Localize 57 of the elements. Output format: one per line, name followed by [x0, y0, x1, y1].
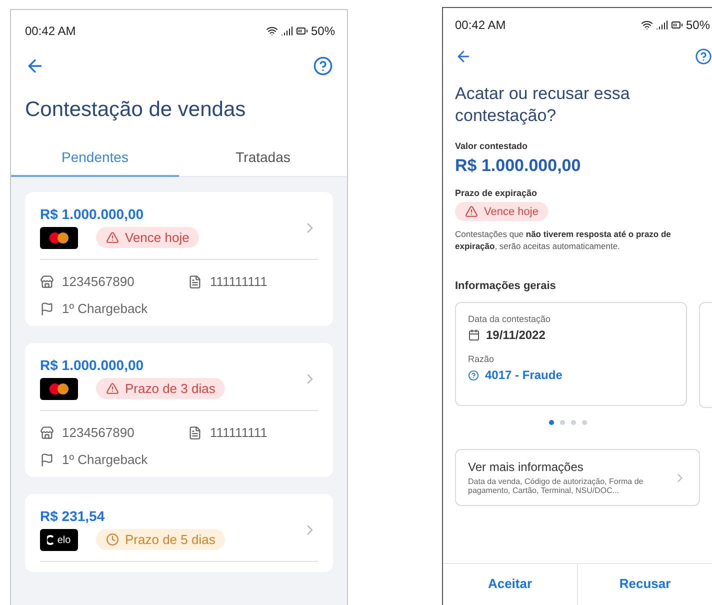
- battery-icon: [296, 25, 308, 37]
- expiration-note: Contestações que não tiverem resposta até o prazo de expiração, serão aceitas automaticamente.: [455, 229, 672, 252]
- help-icon[interactable]: [313, 56, 333, 76]
- battery-level: 50%: [686, 18, 710, 32]
- store-icon: [40, 426, 54, 440]
- dispute-card[interactable]: R$ 1.000.000,00 Prazo de 3 dias 1234567890 111111111 1º Chargeback: [25, 343, 333, 478]
- status-badge: Vence hoje: [96, 227, 200, 248]
- reason-label: Razão: [468, 354, 496, 364]
- store-number: 1234567890: [62, 274, 134, 290]
- document-number: 111111111: [210, 274, 268, 290]
- store-icon: [40, 274, 54, 289]
- dispute-date: 19/11/2022: [486, 328, 546, 342]
- flag-icon: [40, 302, 54, 316]
- dispute-amount: R$ 1.000.000,00: [40, 206, 145, 222]
- store-number: 1234567890: [62, 425, 134, 440]
- carousel-dot[interactable]: [560, 420, 564, 426]
- status-time: 00:42 AM: [455, 18, 506, 32]
- calendar-icon: [468, 329, 480, 342]
- page-title: Acatar ou recusar essa contestação?: [454, 83, 631, 128]
- dispute-card[interactable]: R$ 1.000.000,00 Vence hoje 1234567890 111111111 1º Chargeback: [25, 192, 333, 326]
- dispute-reason: 4017 - Fraude: [485, 368, 562, 382]
- more-info-title: Ver mais informações: [468, 460, 584, 474]
- carousel-dot[interactable]: [570, 420, 576, 426]
- status-badge: Prazo de 5 dias: [96, 529, 226, 550]
- status-badge: Prazo de 3 dias: [96, 378, 226, 400]
- amount-label: Valor contestado: [455, 141, 529, 152]
- warning-icon: [465, 205, 478, 218]
- page-title: Contestação de vendas: [24, 97, 247, 123]
- status-time: 00:42 AM: [25, 24, 76, 38]
- battery-level: 50%: [310, 24, 335, 38]
- disputed-amount: R$ 1.000.000,00: [455, 156, 582, 176]
- more-info-description: Data da venda, Código de autorização, Forma de pagamento, Cartão, Terminal, NSU/DOC...: [468, 477, 644, 496]
- help-icon[interactable]: [695, 48, 712, 65]
- clock-icon: [106, 533, 119, 546]
- card-brand-icon: [47, 535, 56, 546]
- dispute-card[interactable]: R$ 231,54 elo Prazo de 5 dias: [25, 494, 333, 572]
- tab[interactable]: Tratadas: [179, 141, 347, 178]
- status-badge: Vence hoje: [455, 202, 548, 222]
- dispute-amount: R$ 1.000.000,00: [40, 357, 145, 374]
- warning-icon: [106, 231, 119, 244]
- carousel-dot[interactable]: [582, 420, 586, 426]
- document-icon: [188, 426, 202, 440]
- deadline-label: Prazo de expiração: [455, 188, 538, 198]
- warning-icon: [106, 382, 119, 396]
- help-icon: [468, 370, 479, 381]
- battery-icon: [670, 19, 683, 31]
- card-brand-text: elo: [57, 534, 71, 546]
- document-number: 111111111: [210, 425, 268, 440]
- section-title: Informações gerais: [455, 280, 557, 292]
- date-label: Data da contestação: [468, 314, 552, 324]
- more-info-card[interactable]: Ver mais informações Data da venda, Código de autorização, Forma de pagamento, Cartão, Terminal, NSU/DOC...: [455, 449, 700, 506]
- chargeback-stage: 1º Chargeback: [62, 452, 148, 468]
- carousel-dot[interactable]: [548, 420, 554, 426]
- flag-icon: [40, 452, 54, 467]
- document-icon: [188, 274, 202, 289]
- chargeback-stage: 1º Chargeback: [62, 301, 148, 316]
- dispute-amount: R$ 231,54: [40, 508, 106, 524]
